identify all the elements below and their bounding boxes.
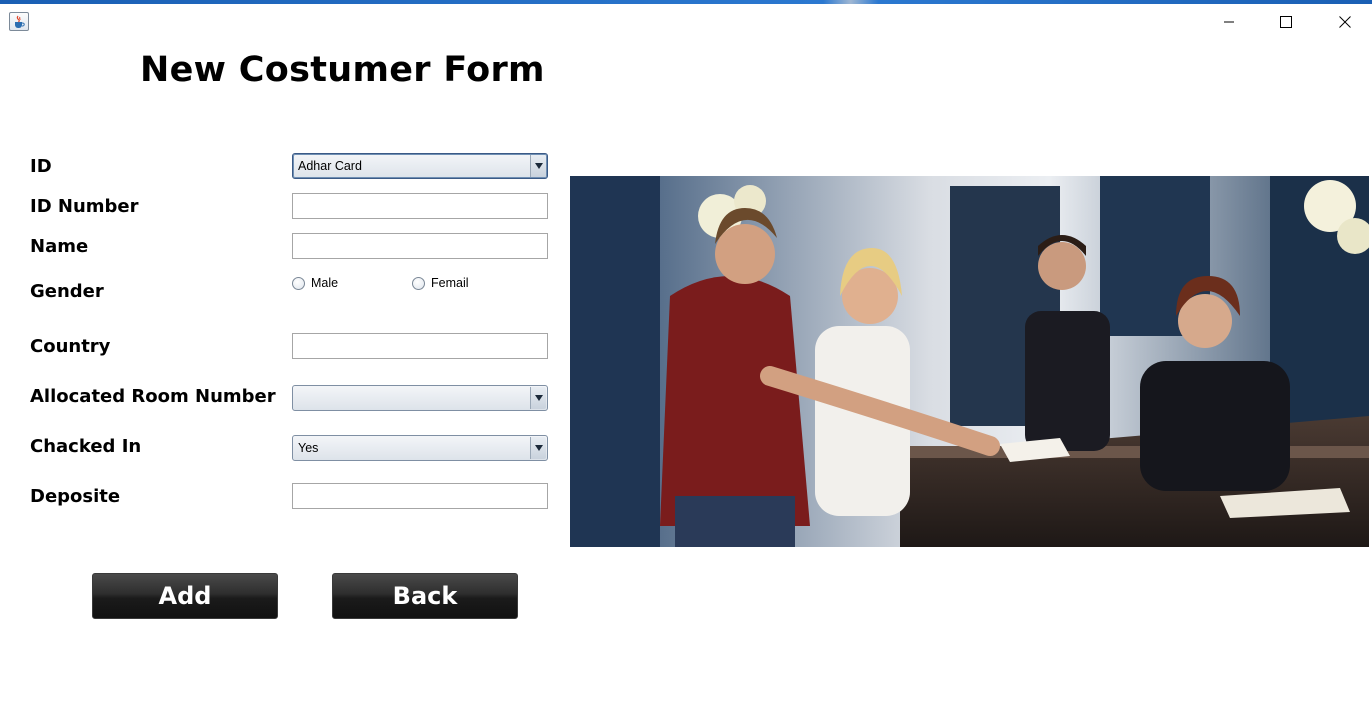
radio-circle-icon[interactable] bbox=[412, 276, 425, 290]
java-coffee-cup-icon[interactable] bbox=[9, 12, 29, 31]
checked-in-value: Yes bbox=[298, 441, 319, 455]
name-label: Name bbox=[30, 236, 89, 257]
checked-in-select[interactable]: Yes bbox=[292, 435, 548, 461]
add-button[interactable]: Add bbox=[92, 573, 278, 619]
deposit-input[interactable] bbox=[293, 484, 547, 508]
country-field[interactable] bbox=[292, 333, 548, 359]
back-button[interactable]: Back bbox=[332, 573, 518, 619]
country-input[interactable] bbox=[293, 334, 547, 358]
page-title: New Costumer Form bbox=[140, 50, 545, 90]
chevron-down-icon[interactable] bbox=[530, 387, 546, 409]
close-icon bbox=[1339, 16, 1351, 28]
deposit-field[interactable] bbox=[292, 483, 548, 509]
chevron-down-icon[interactable] bbox=[530, 437, 546, 459]
minimize-button[interactable] bbox=[1206, 8, 1252, 36]
id-number-field[interactable] bbox=[292, 193, 548, 219]
gender-radio-female[interactable]: Femail bbox=[412, 276, 469, 290]
gender-option-label: Male bbox=[311, 276, 339, 290]
window-title-strip bbox=[0, 0, 1372, 4]
hotel-reception-image bbox=[570, 176, 1369, 547]
id-number-input[interactable] bbox=[293, 194, 547, 218]
gender-option-label: Femail bbox=[431, 276, 469, 290]
id-type-value: Adhar Card bbox=[298, 159, 362, 173]
gender-label: Gender bbox=[30, 281, 104, 302]
chevron-down-icon[interactable] bbox=[530, 155, 546, 177]
name-field[interactable] bbox=[292, 233, 548, 259]
id-number-label: ID Number bbox=[30, 196, 139, 217]
deposit-label: Deposite bbox=[30, 486, 121, 507]
country-label: Country bbox=[30, 336, 111, 357]
room-number-select[interactable] bbox=[292, 385, 548, 411]
maximize-icon bbox=[1280, 16, 1292, 28]
id-type-select[interactable]: Adhar Card bbox=[292, 153, 548, 179]
id-label: ID bbox=[30, 156, 52, 177]
maximize-button[interactable] bbox=[1263, 8, 1309, 36]
checked-in-label: Chacked In bbox=[30, 436, 142, 457]
radio-circle-icon[interactable] bbox=[292, 276, 305, 290]
minimize-icon bbox=[1224, 21, 1234, 23]
close-button[interactable] bbox=[1322, 8, 1368, 36]
name-input[interactable] bbox=[293, 234, 547, 258]
gender-radio-male[interactable]: Male bbox=[292, 276, 338, 290]
room-label: Allocated Room Number bbox=[30, 386, 276, 407]
